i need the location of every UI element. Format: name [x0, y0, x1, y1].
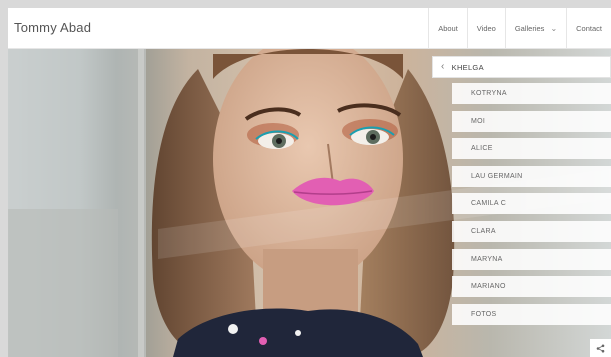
nav-contact-label: Contact: [576, 23, 602, 33]
share-button[interactable]: [590, 339, 611, 357]
gallery-list: KOTRYNA MOI ALICE LAU GERMAIN CAMILA C C…: [452, 83, 611, 325]
menu-item-label: MOI: [471, 117, 486, 125]
nav-contact[interactable]: Contact: [566, 8, 611, 48]
menu-item-mariano[interactable]: MARIANO: [452, 276, 611, 298]
menu-item-label: MARYNA: [471, 255, 503, 263]
menu-item-label: LAU GERMAIN: [471, 172, 523, 180]
menu-item-clara[interactable]: CLARA: [452, 220, 611, 242]
menu-item-label: FOTOS: [471, 310, 497, 318]
menu-item-lau-germain[interactable]: LAU GERMAIN: [452, 165, 611, 187]
nav-galleries-label: Galleries: [514, 23, 545, 33]
nav-galleries[interactable]: Galleries ⌄: [504, 8, 566, 48]
menu-item-label: MARIANO: [471, 283, 506, 291]
nav-about[interactable]: About: [428, 8, 467, 48]
menu-item-fotos[interactable]: FOTOS: [452, 303, 611, 325]
chevron-left-icon: ‹: [441, 61, 445, 72]
share-icon: [596, 344, 605, 352]
header: Tommy Abad About Video Galleries ⌄ Conta…: [8, 8, 611, 49]
nav-video-label: Video: [476, 23, 496, 33]
menu-current-label: KHELGA: [451, 62, 484, 72]
menu-item-label: CAMILA C: [471, 200, 507, 208]
site-title[interactable]: Tommy Abad: [14, 20, 91, 35]
menu-item-label: CLARA: [471, 227, 496, 235]
menu-item-moi[interactable]: MOI: [452, 110, 611, 132]
main-nav: About Video Galleries ⌄ Contact: [428, 8, 611, 48]
menu-item-camila-c[interactable]: CAMILA C: [452, 193, 611, 215]
menu-item-label: KOTRYNA: [471, 90, 507, 97]
menu-item-alice[interactable]: ALICE: [452, 138, 611, 160]
nav-video[interactable]: Video: [466, 8, 505, 48]
menu-item-label: ALICE: [471, 145, 493, 153]
chevron-down-icon: ⌄: [550, 23, 558, 33]
gallery-menu: ‹ KHELGA KOTRYNA MOI ALICE LAU GERMAIN C…: [432, 56, 611, 331]
menu-item-kotryna[interactable]: KOTRYNA: [452, 83, 611, 104]
nav-about-label: About: [438, 23, 458, 33]
menu-back-button[interactable]: ‹ KHELGA: [432, 56, 611, 78]
menu-item-maryna[interactable]: MARYNA: [452, 248, 611, 270]
